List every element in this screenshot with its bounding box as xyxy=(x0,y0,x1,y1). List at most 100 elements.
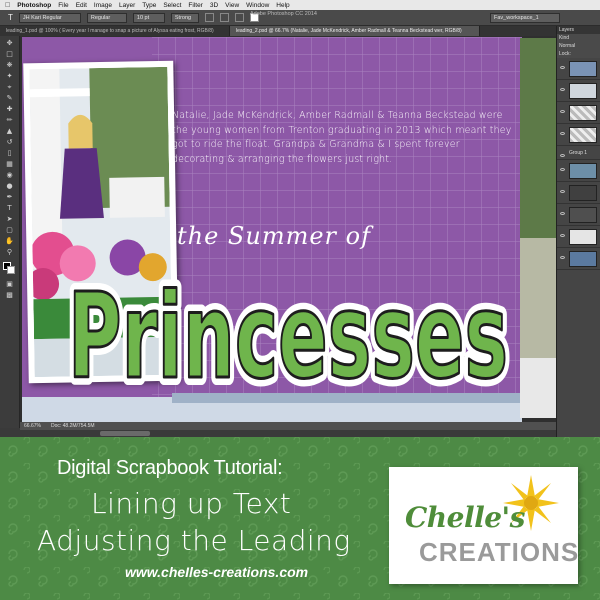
layer-row[interactable] xyxy=(557,124,600,146)
menu-image[interactable]: Image xyxy=(94,2,112,9)
layer-kind-filter[interactable]: Kind xyxy=(557,34,600,42)
visibility-eye-icon[interactable] xyxy=(560,234,565,237)
apple-menu-icon[interactable]:  xyxy=(5,2,10,9)
lock-controls[interactable]: Lock: xyxy=(557,50,600,58)
shape-tool-icon[interactable]: ▢ xyxy=(4,226,16,234)
banner-line-2: Lining up Text xyxy=(91,487,292,520)
pen-tool-icon[interactable]: ✒ xyxy=(4,193,16,201)
menu-app-name[interactable]: Photoshop xyxy=(17,2,51,9)
visibility-eye-icon[interactable] xyxy=(560,110,565,113)
layer-thumbnail xyxy=(569,251,597,267)
type-tool-icon[interactable]: T xyxy=(8,13,13,22)
move-tool-icon[interactable]: ✥ xyxy=(4,39,16,47)
tab-leading-1[interactable]: leading_1.psd @ 100% ( Every year I mana… xyxy=(0,26,230,36)
menu-view[interactable]: View xyxy=(225,2,239,9)
group-folder-label: Group 1 xyxy=(569,150,588,156)
layer-thumbnail xyxy=(569,207,597,223)
menu-bar:  Photoshop File Edit Image Layer Type S… xyxy=(0,0,600,10)
screen-mode-icon[interactable]: ▩ xyxy=(4,291,16,299)
magic-wand-tool-icon[interactable]: ✦ xyxy=(4,72,16,80)
logo-chelles-text: Chelle's xyxy=(405,501,525,534)
hand-tool-icon[interactable]: ✋ xyxy=(4,237,16,245)
app-title: Adobe Photoshop CC 2014 xyxy=(250,11,317,17)
history-brush-tool-icon[interactable]: ↺ xyxy=(4,138,16,146)
subtitle-text[interactable]: the Summer of xyxy=(177,222,371,250)
path-select-tool-icon[interactable]: ➤ xyxy=(4,215,16,223)
layers-panel: Layers Kind Normal Lock: Group 1 xyxy=(556,26,600,437)
marquee-tool-icon[interactable]: □ xyxy=(4,50,16,58)
menu-edit[interactable]: Edit xyxy=(76,2,87,9)
menu-filter[interactable]: Filter xyxy=(188,2,202,9)
visibility-eye-icon[interactable] xyxy=(560,190,565,193)
menu-help[interactable]: Help xyxy=(276,2,289,9)
zoom-tool-icon[interactable]: ⚲ xyxy=(4,248,16,256)
menu-window[interactable]: Window xyxy=(246,2,269,9)
menu-layer[interactable]: Layer xyxy=(119,2,135,9)
doc-size: Doc: 48.2M/754.5M xyxy=(50,423,95,429)
menu-file[interactable]: File xyxy=(58,2,68,9)
status-bar: 66.67% Doc: 48.2M/754.5M xyxy=(20,422,556,430)
layers-panel-title[interactable]: Layers xyxy=(557,26,600,34)
menu-select[interactable]: Select xyxy=(163,2,181,9)
menu-3d[interactable]: 3D xyxy=(210,2,218,9)
scroll-thumb[interactable] xyxy=(100,431,150,436)
banner-line-1: Digital Scrapbook Tutorial: xyxy=(57,457,283,479)
visibility-eye-icon[interactable] xyxy=(560,132,565,135)
healing-tool-icon[interactable]: ✚ xyxy=(4,105,16,113)
document-canvas[interactable]: Natalie, Jade McKendrick, Amber Radmall … xyxy=(22,37,522,422)
stamp-tool-icon[interactable]: ▲ xyxy=(4,127,16,135)
font-style-select[interactable]: Regular xyxy=(86,12,127,23)
logo-creations-text: CREATIONS xyxy=(419,537,580,567)
layer-row[interactable] xyxy=(557,182,600,204)
blur-tool-icon[interactable]: ◉ xyxy=(4,171,16,179)
align-left-icon[interactable] xyxy=(204,13,214,22)
align-right-icon[interactable] xyxy=(234,13,244,22)
type-tool-icon-2[interactable]: T xyxy=(4,204,16,212)
visibility-eye-icon[interactable] xyxy=(560,88,565,91)
zoom-level[interactable]: 66.67% xyxy=(24,423,41,429)
layer-row[interactable] xyxy=(557,226,600,248)
layer-thumbnail xyxy=(569,185,597,201)
background-color-swatch[interactable] xyxy=(7,266,15,274)
layer-row[interactable] xyxy=(557,80,600,102)
layer-thumbnail xyxy=(569,229,597,245)
antialias-select[interactable]: Strong xyxy=(170,12,199,23)
layer-thumbnail xyxy=(569,163,597,179)
gradient-tool-icon[interactable]: ▦ xyxy=(4,160,16,168)
visibility-eye-icon[interactable] xyxy=(560,212,565,215)
layer-thumbnail xyxy=(569,105,597,121)
font-size-select[interactable]: 10 pt xyxy=(132,12,165,23)
visibility-eye-icon[interactable] xyxy=(560,256,565,259)
photoshop-window:  Photoshop File Edit Image Layer Type S… xyxy=(0,0,600,437)
layer-row[interactable] xyxy=(557,58,600,80)
website-url[interactable]: www.cheIles-creations.com xyxy=(125,564,308,580)
visibility-eye-icon[interactable] xyxy=(560,66,565,69)
menu-type[interactable]: Type xyxy=(142,2,156,9)
eraser-tool-icon[interactable]: ▯ xyxy=(4,149,16,157)
workspace-select[interactable]: Fav_workspace_1 xyxy=(490,12,560,23)
blend-mode-select[interactable]: Normal xyxy=(557,42,600,50)
journaling-text[interactable]: Natalie, Jade McKendrick, Amber Radmall … xyxy=(172,109,512,167)
dodge-tool-icon[interactable]: ● xyxy=(4,182,16,190)
layer-thumbnail xyxy=(569,83,597,99)
layer-row[interactable] xyxy=(557,102,600,124)
brush-tool-icon[interactable]: ✏ xyxy=(4,116,16,124)
lasso-tool-icon[interactable]: ❋ xyxy=(4,61,16,69)
visibility-eye-icon[interactable] xyxy=(560,168,565,171)
eyedropper-tool-icon[interactable]: ✎ xyxy=(4,94,16,102)
crop-tool-icon[interactable]: ⌖ xyxy=(4,83,16,91)
layer-row[interactable] xyxy=(557,160,600,182)
align-center-icon[interactable] xyxy=(219,13,229,22)
document-tabs: leading_1.psd @ 100% ( Every year I mana… xyxy=(0,26,560,36)
layer-row[interactable] xyxy=(557,204,600,226)
title-princesses[interactable]: Princesses Princesses xyxy=(62,252,522,412)
tutorial-banner: Digital Scrapbook Tutorial: Lining up Te… xyxy=(0,437,600,600)
quick-mask-icon[interactable]: ▣ xyxy=(4,280,16,288)
group-row[interactable]: Group 1 xyxy=(557,146,600,160)
layer-thumbnail xyxy=(569,61,597,77)
tab-leading-2[interactable]: leading_2.psd @ 66.7% (Natalie, Jade McK… xyxy=(230,26,480,36)
horizontal-scrollbar[interactable] xyxy=(20,430,556,437)
font-family-select[interactable]: JH Kari Regular xyxy=(18,12,81,23)
layer-row[interactable] xyxy=(557,248,600,270)
visibility-eye-icon[interactable] xyxy=(560,154,565,157)
